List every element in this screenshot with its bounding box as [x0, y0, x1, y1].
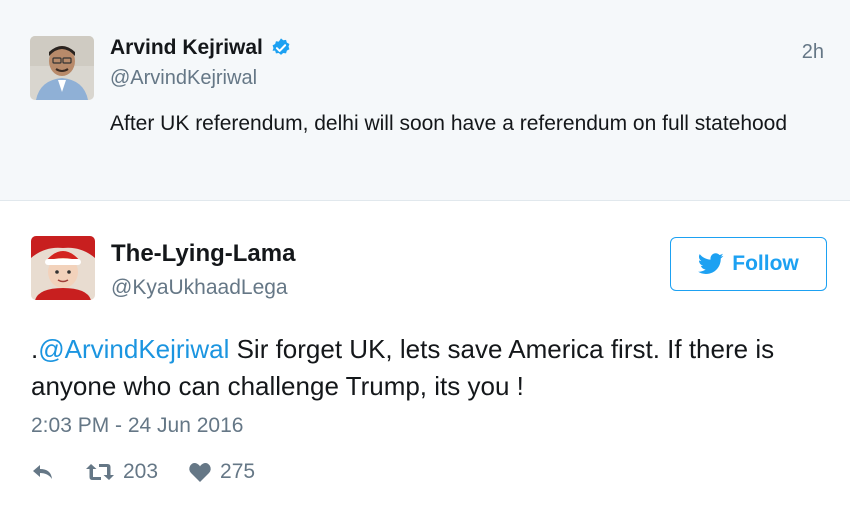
avatar[interactable]	[30, 36, 94, 100]
retweet-count: 203	[123, 460, 159, 483]
mention-link[interactable]: @ArvindKejriwal	[38, 334, 229, 364]
avatar[interactable]	[31, 236, 95, 300]
author-name[interactable]: Arvind Kejriwal	[110, 36, 263, 60]
tweet-time[interactable]: 2h	[802, 41, 824, 64]
verified-badge-icon	[272, 38, 290, 55]
tweet-actions: 203 275	[31, 460, 285, 484]
reply-icon	[33, 465, 52, 479]
tweet-timestamp[interactable]: 2:03 PM - 24 Jun 2016	[31, 414, 243, 438]
follow-button[interactable]: Follow	[670, 237, 827, 291]
like-button[interactable]: 275	[188, 460, 255, 484]
author-handle[interactable]: @KyaUkhaadLega	[111, 276, 288, 300]
tweet-text: After UK referendum, delhi will soon hav…	[110, 112, 788, 135]
like-count: 275	[220, 460, 256, 483]
quoted-parent-tweet[interactable]: Arvind Kejriwal @ArvindKejriwal 2h After…	[0, 0, 850, 201]
author-handle[interactable]: @ArvindKejriwal	[110, 67, 257, 90]
author-name[interactable]: The-Lying-Lama	[111, 240, 295, 268]
heart-icon	[189, 463, 211, 482]
reply-button[interactable]	[31, 462, 55, 482]
tweet-text: .@ArvindKejriwal Sir forget UK, lets sav…	[31, 331, 831, 405]
retweet-button[interactable]: 203	[85, 460, 158, 484]
twitter-bird-icon	[698, 253, 724, 274]
follow-label: Follow	[732, 252, 799, 275]
retweet-icon	[86, 464, 114, 480]
